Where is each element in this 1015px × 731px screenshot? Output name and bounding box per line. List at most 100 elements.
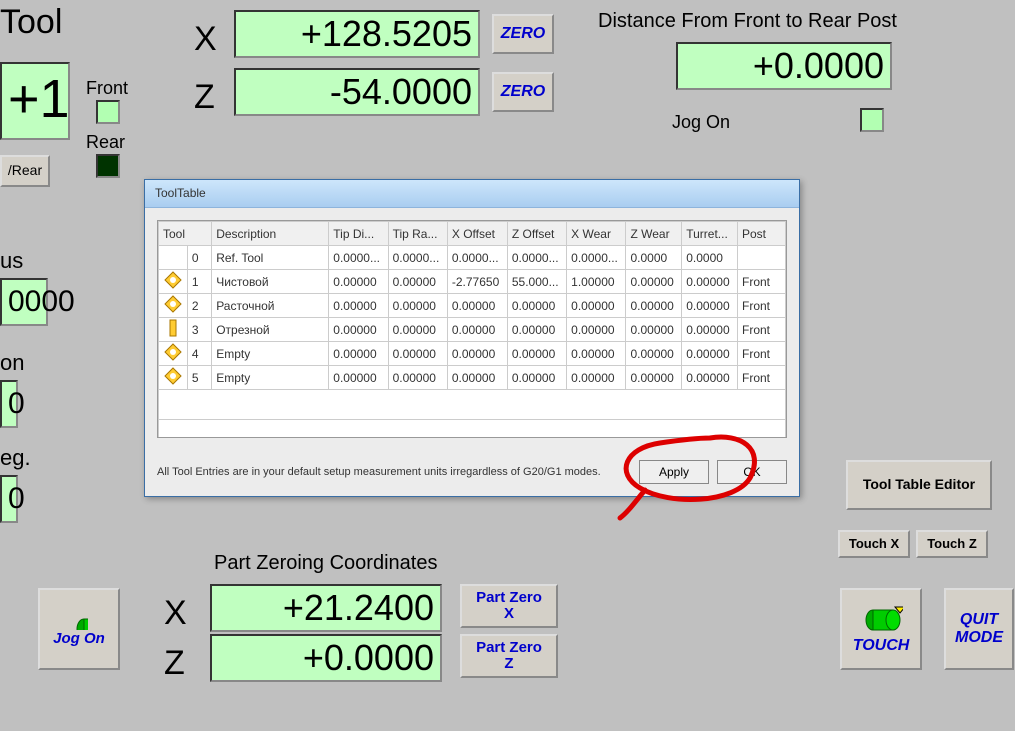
cell[interactable]: 1.00000	[567, 270, 626, 294]
cell[interactable]: 3	[187, 318, 211, 342]
cell[interactable]: 0.00000	[626, 294, 682, 318]
cell[interactable]: 0.00000	[507, 342, 566, 366]
col-header[interactable]: Z Offset	[507, 222, 566, 246]
cell[interactable]: 0.00000	[329, 342, 388, 366]
cell[interactable]: 0.00000	[682, 294, 738, 318]
jog-on-button[interactable]: Jog On	[38, 588, 120, 670]
cell[interactable]: 0.0000...	[507, 246, 566, 270]
col-header[interactable]: X Offset	[447, 222, 507, 246]
cell[interactable]: 0.00000	[682, 342, 738, 366]
cell[interactable]: Чистовой	[212, 270, 329, 294]
partial-label-on: on	[0, 350, 24, 376]
cell[interactable]: 0.00000	[447, 318, 507, 342]
cell[interactable]: Front	[738, 318, 786, 342]
table-row[interactable]: 3Отрезной0.000000.000000.000000.000000.0…	[159, 318, 786, 342]
cell[interactable]: 0.0000	[682, 246, 738, 270]
col-header[interactable]: Z Wear	[626, 222, 682, 246]
cell[interactable]: 0.00000	[447, 294, 507, 318]
cell[interactable]: -2.77650	[447, 270, 507, 294]
cell[interactable]: 0.00000	[388, 318, 447, 342]
touch-x-button[interactable]: Touch X	[838, 530, 910, 558]
cell[interactable]: 0.0000	[626, 246, 682, 270]
cell[interactable]: Ref. Tool	[212, 246, 329, 270]
cell[interactable]: 0.00000	[388, 366, 447, 390]
z-dro[interactable]: -54.0000	[234, 68, 480, 116]
cell[interactable]: 0.0000...	[329, 246, 388, 270]
cell[interactable]: 0.00000	[447, 342, 507, 366]
table-row[interactable]: 1Чистовой0.000000.00000-2.7765055.000...…	[159, 270, 786, 294]
col-header[interactable]: Tip Ra...	[388, 222, 447, 246]
col-header[interactable]: Tip Di...	[329, 222, 388, 246]
cell[interactable]: 0.00000	[507, 294, 566, 318]
cell[interactable]: 0.00000	[567, 342, 626, 366]
cell[interactable]: 0.00000	[388, 294, 447, 318]
cell[interactable]: 0.00000	[329, 270, 388, 294]
cell[interactable]: Расточной	[212, 294, 329, 318]
part-z-dro[interactable]: +0.0000	[210, 634, 442, 682]
cell[interactable]: 0.00000	[682, 270, 738, 294]
x-zero-button[interactable]: ZERO	[492, 14, 554, 54]
part-x-dro[interactable]: +21.2400	[210, 584, 442, 632]
cell[interactable]: Front	[738, 342, 786, 366]
cell[interactable]: 0	[187, 246, 211, 270]
quit-mode-button[interactable]: QUIT MODE	[944, 588, 1014, 670]
tooltable-scroll[interactable]: ToolDescriptionTip Di...Tip Ra...X Offse…	[158, 221, 786, 438]
distance-dro[interactable]: +0.0000	[676, 42, 892, 90]
cell[interactable]: Empty	[212, 342, 329, 366]
table-row[interactable]: 0Ref. Tool0.0000...0.0000...0.0000...0.0…	[159, 246, 786, 270]
cell[interactable]: Empty	[212, 366, 329, 390]
cell[interactable]: 0.00000	[329, 318, 388, 342]
table-row[interactable]: 4Empty0.000000.000000.000000.000000.0000…	[159, 342, 786, 366]
cell[interactable]: 5	[187, 366, 211, 390]
cell[interactable]: 0.00000	[388, 270, 447, 294]
part-zero-z-button[interactable]: Part Zero Z	[460, 634, 558, 678]
table-row[interactable]: 2Расточной0.000000.000000.000000.000000.…	[159, 294, 786, 318]
cell[interactable]: 0.0000...	[567, 246, 626, 270]
cell[interactable]: 55.000...	[507, 270, 566, 294]
cell[interactable]: Front	[738, 294, 786, 318]
cell[interactable]: Front	[738, 366, 786, 390]
cell[interactable]: 0.00000	[567, 294, 626, 318]
cell[interactable]: 1	[187, 270, 211, 294]
partial-dro-1: 0000	[0, 278, 48, 326]
cell[interactable]	[738, 246, 786, 270]
touch-button[interactable]: TOUCH	[840, 588, 922, 670]
tool-panel-title: Tool	[0, 0, 70, 48]
cell[interactable]: 0.00000	[447, 366, 507, 390]
cell[interactable]: 0.00000	[682, 318, 738, 342]
col-header[interactable]: Tool	[159, 222, 212, 246]
cell[interactable]: 4	[187, 342, 211, 366]
col-header[interactable]: Description	[212, 222, 329, 246]
cell[interactable]: 0.00000	[567, 318, 626, 342]
cell[interactable]: 0.00000	[682, 366, 738, 390]
ok-button[interactable]: OK	[717, 460, 787, 484]
partial-dro-3: 0	[0, 475, 18, 523]
cell[interactable]: Front	[738, 270, 786, 294]
cell[interactable]: 0.00000	[626, 270, 682, 294]
col-header[interactable]: X Wear	[567, 222, 626, 246]
col-header[interactable]: Turret...	[682, 222, 738, 246]
cell[interactable]: 0.00000	[626, 366, 682, 390]
cell[interactable]: 0.00000	[329, 366, 388, 390]
cell[interactable]: 0.0000...	[388, 246, 447, 270]
cell[interactable]: 0.00000	[567, 366, 626, 390]
front-rear-button[interactable]: /Rear	[0, 155, 50, 187]
cell[interactable]: 0.0000...	[447, 246, 507, 270]
dialog-title[interactable]: ToolTable	[145, 180, 799, 208]
apply-button[interactable]: Apply	[639, 460, 709, 484]
part-zero-x-button[interactable]: Part Zero X	[460, 584, 558, 628]
cell[interactable]: 0.00000	[626, 342, 682, 366]
cell[interactable]: 0.00000	[329, 294, 388, 318]
cell[interactable]: 0.00000	[388, 342, 447, 366]
col-header[interactable]: Post	[738, 222, 786, 246]
cell[interactable]: 0.00000	[507, 366, 566, 390]
table-row[interactable]: 5Empty0.000000.000000.000000.000000.0000…	[159, 366, 786, 390]
x-dro[interactable]: +128.5205	[234, 10, 480, 58]
cell[interactable]: 2	[187, 294, 211, 318]
tool-table-editor-button[interactable]: Tool Table Editor	[846, 460, 992, 510]
cell[interactable]: Отрезной	[212, 318, 329, 342]
cell[interactable]: 0.00000	[626, 318, 682, 342]
z-zero-button[interactable]: ZERO	[492, 72, 554, 112]
cell[interactable]: 0.00000	[507, 318, 566, 342]
touch-z-button[interactable]: Touch Z	[916, 530, 988, 558]
